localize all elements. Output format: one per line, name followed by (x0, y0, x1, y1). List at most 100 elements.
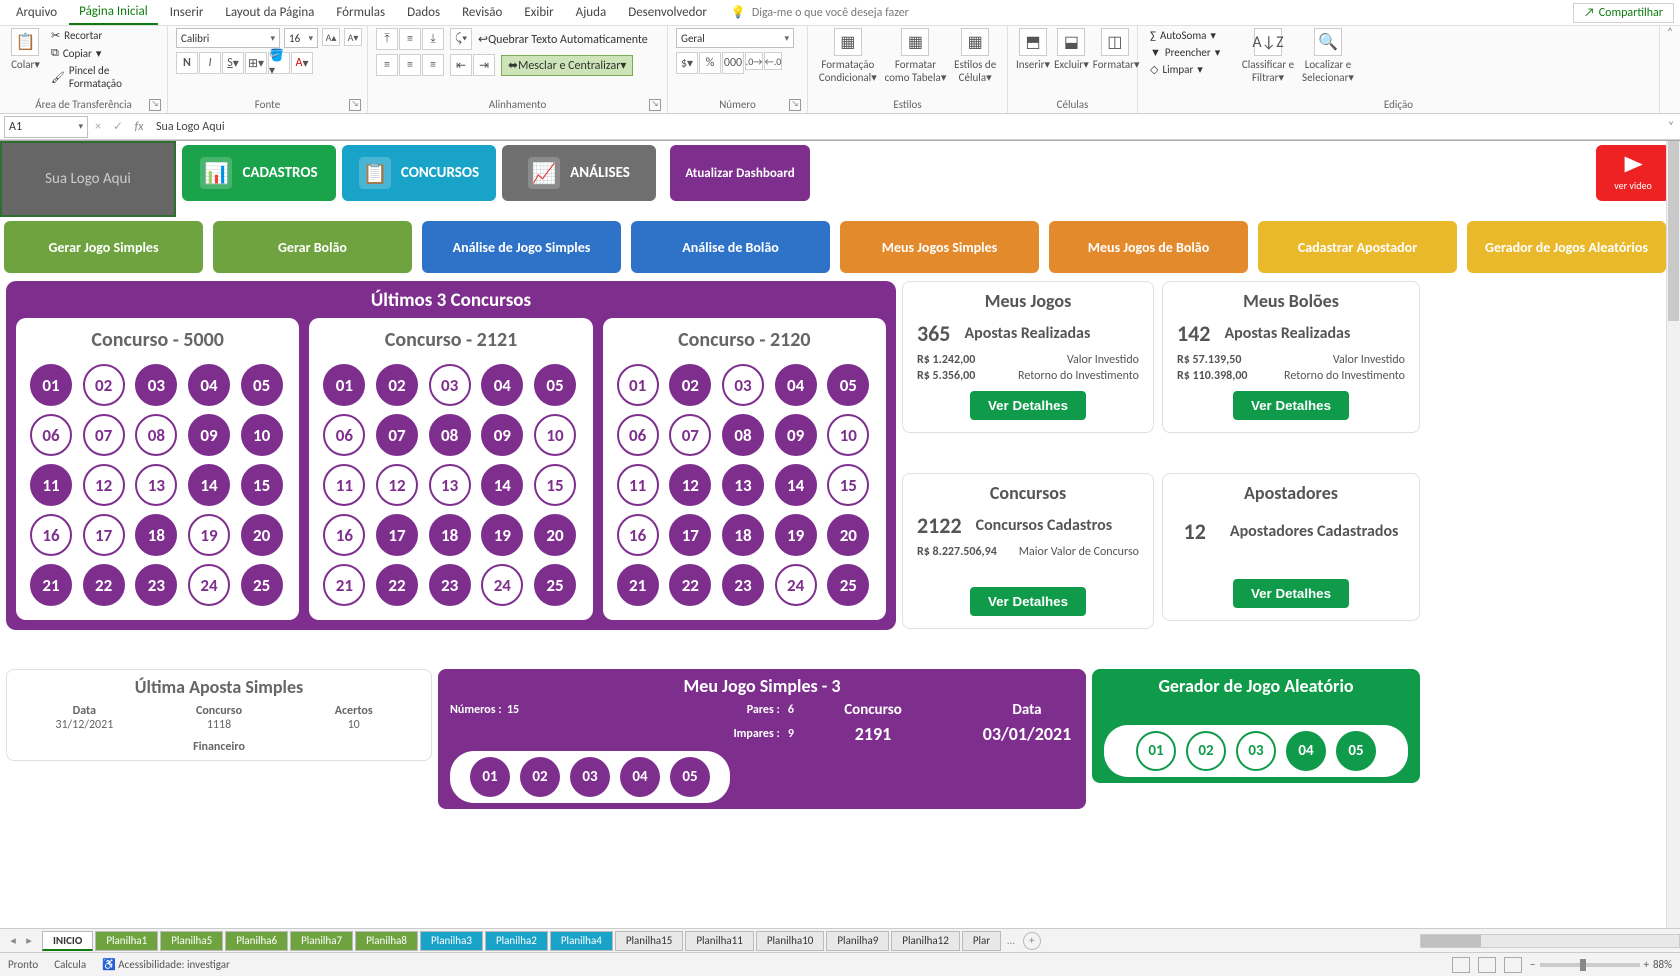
vertical-scrollbar[interactable] (1666, 141, 1680, 928)
sheet-tab[interactable]: Planilha3 (420, 931, 483, 951)
insert-cells-button[interactable]: ⬒Inserir▾ (1016, 28, 1050, 71)
tab-nav-first[interactable]: ◂ (6, 934, 20, 947)
clear-button[interactable]: ◇Limpar▾ (1146, 62, 1236, 77)
align-center-button[interactable]: ≡ (399, 54, 421, 76)
find-select-button[interactable]: 🔍Localizar e Selecionar▾ (1300, 28, 1356, 84)
formula-input[interactable]: Sua Logo Aqui (150, 120, 1662, 134)
font-color-button[interactable]: A▾ (291, 52, 313, 74)
thousands-button[interactable]: 000 (722, 52, 744, 74)
menu-formulas[interactable]: Fórmulas (326, 1, 395, 24)
delete-cells-button[interactable]: ⬓Excluir▾ (1054, 28, 1089, 71)
clipboard-dialog[interactable]: ↘ (149, 99, 161, 111)
ver-detalhes-boloes[interactable]: Ver Detalhes (1233, 391, 1349, 420)
autosum-button[interactable]: ∑AutoSoma▾ (1146, 28, 1236, 43)
tab-nav-next[interactable]: ▸ (22, 934, 36, 947)
nav-analises[interactable]: 📈ANÁLISES (502, 145, 656, 201)
btn-gerador-aleatorio[interactable]: Gerador de Jogos Aleatórios (1467, 221, 1666, 273)
btn-gerar-bolao[interactable]: Gerar Bolão (213, 221, 412, 273)
menu-pagina-inicial[interactable]: Página Inicial (69, 0, 158, 25)
underline-button[interactable]: S▾ (222, 52, 244, 74)
sheet-tab[interactable]: Plar (962, 931, 1001, 951)
accept-formula-button[interactable]: ✓ (108, 119, 128, 134)
share-button[interactable]: ↗Compartilhar (1573, 3, 1674, 23)
add-sheet-button[interactable]: + (1023, 932, 1041, 950)
collapse-ribbon-button[interactable]: ˄ (1660, 26, 1680, 113)
decrease-font-button[interactable]: A▾ (344, 28, 362, 46)
align-left-button[interactable]: ≡ (376, 54, 398, 76)
align-bottom-button[interactable]: ⤓ (422, 28, 444, 50)
cancel-formula-button[interactable]: × (88, 120, 108, 134)
paste-button[interactable]: 📋Colar▾ (8, 28, 43, 71)
orientation-button[interactable]: ⤹▾ (450, 28, 472, 50)
sheet-tab[interactable]: Planilha2 (485, 931, 548, 951)
format-table-button[interactable]: ▦Formatar como Tabela▾ (884, 28, 948, 84)
decrease-indent-button[interactable]: ⇤ (450, 54, 472, 76)
sheet-tab[interactable]: Planilha12 (891, 931, 960, 951)
align-dialog[interactable]: ↘ (649, 99, 661, 111)
increase-indent-button[interactable]: ⇥ (473, 54, 495, 76)
horizontal-scrollbar[interactable] (1420, 934, 1680, 948)
cell-styles-button[interactable]: ▦Estilos de Célula▾ (951, 28, 999, 84)
menu-layout[interactable]: Layout da Página (215, 1, 324, 24)
number-format-select[interactable]: Geral (676, 28, 794, 48)
percent-button[interactable]: % (699, 52, 721, 74)
conditional-format-button[interactable]: ▦Formatação Condicional▾ (816, 28, 880, 84)
increase-font-button[interactable]: A▴ (322, 28, 340, 46)
tell-me[interactable]: 💡Diga-me o que você deseja fazer (731, 5, 909, 20)
merge-center-button[interactable]: ⬌Mesclar e Centralizar▾ (501, 55, 633, 76)
font-dialog[interactable]: ↘ (349, 99, 361, 111)
format-cells-button[interactable]: ◫Formatar▾ (1093, 28, 1137, 71)
wrap-text-button[interactable]: ↩Quebrar Texto Automaticamente (478, 32, 648, 47)
sheet-tab[interactable]: Planilha4 (550, 931, 613, 951)
align-middle-button[interactable]: ≡ (399, 28, 421, 50)
sheet-tab[interactable]: Planilha15 (615, 931, 684, 951)
fill-color-button[interactable]: 🪣▾ (268, 52, 290, 74)
expand-formula-button[interactable]: ˅ (1662, 120, 1680, 134)
align-right-button[interactable]: ≡ (422, 54, 444, 76)
name-box[interactable]: A1 (4, 116, 88, 138)
zoom-in-button[interactable]: + (1644, 958, 1649, 971)
menu-desenvolvedor[interactable]: Desenvolvedor (618, 1, 717, 24)
view-pagebreak-button[interactable] (1504, 957, 1522, 973)
number-dialog[interactable]: ↘ (789, 99, 801, 111)
status-accessibility[interactable]: ♿ Acessibilidade: investigar (102, 958, 230, 971)
btn-cadastrar-apostador[interactable]: Cadastrar Apostador (1258, 221, 1457, 273)
bold-button[interactable]: N (176, 52, 198, 74)
ver-detalhes-concursos[interactable]: Ver Detalhes (970, 587, 1086, 616)
inc-decimal-button[interactable]: .0→ (745, 52, 763, 70)
menu-ajuda[interactable]: Ajuda (566, 1, 617, 24)
font-name-select[interactable]: Calibri (176, 28, 280, 48)
btn-meus-jogos-simples[interactable]: Meus Jogos Simples (840, 221, 1039, 273)
align-top-button[interactable]: ⤒ (376, 28, 398, 50)
btn-analise-bolao[interactable]: Análise de Bolão (631, 221, 830, 273)
sheet-tab[interactable]: Planilha9 (826, 931, 889, 951)
nav-cadastros[interactable]: 📊CADASTROS (182, 145, 336, 201)
btn-gerar-jogo-simples[interactable]: Gerar Jogo Simples (4, 221, 203, 273)
sheet-tab[interactable]: INICIO (42, 931, 93, 951)
sheet-tab[interactable]: Planilha1 (95, 931, 158, 951)
font-size-select[interactable]: 16 (284, 28, 318, 48)
sheet-tab[interactable]: Planilha5 (160, 931, 223, 951)
view-normal-button[interactable] (1452, 957, 1470, 973)
sheet-tab[interactable]: Planilha10 (756, 931, 825, 951)
zoom-control[interactable]: − + 88% (1530, 958, 1672, 971)
sheet-tab[interactable]: Planilha11 (685, 931, 754, 951)
menu-arquivo[interactable]: Arquivo (6, 1, 67, 24)
tab-more[interactable]: … (1003, 934, 1019, 947)
menu-revisao[interactable]: Revisão (452, 1, 512, 24)
nav-concursos[interactable]: 📋CONCURSOS (342, 145, 496, 201)
cut-button[interactable]: ✂Recortar (47, 28, 159, 43)
format-painter-button[interactable]: 🖌Pincel de Formatação (47, 63, 159, 91)
nav-atualizar[interactable]: Atualizar Dashboard (670, 145, 810, 201)
menu-exibir[interactable]: Exibir (514, 1, 563, 24)
video-button[interactable]: ver video (1596, 145, 1670, 201)
sort-filter-button[interactable]: A↓ZClassificar e Filtrar▾ (1240, 28, 1296, 84)
fill-button[interactable]: ▼Preencher▾ (1146, 45, 1236, 60)
zoom-level[interactable]: 88% (1653, 958, 1672, 971)
sheet-tab[interactable]: Planilha8 (355, 931, 418, 951)
ver-detalhes-apostadores[interactable]: Ver Detalhes (1233, 579, 1349, 608)
italic-button[interactable]: I (199, 52, 221, 74)
view-layout-button[interactable] (1478, 957, 1496, 973)
btn-meus-jogos-bolao[interactable]: Meus Jogos de Bolão (1049, 221, 1248, 273)
currency-button[interactable]: $▾ (676, 52, 698, 74)
